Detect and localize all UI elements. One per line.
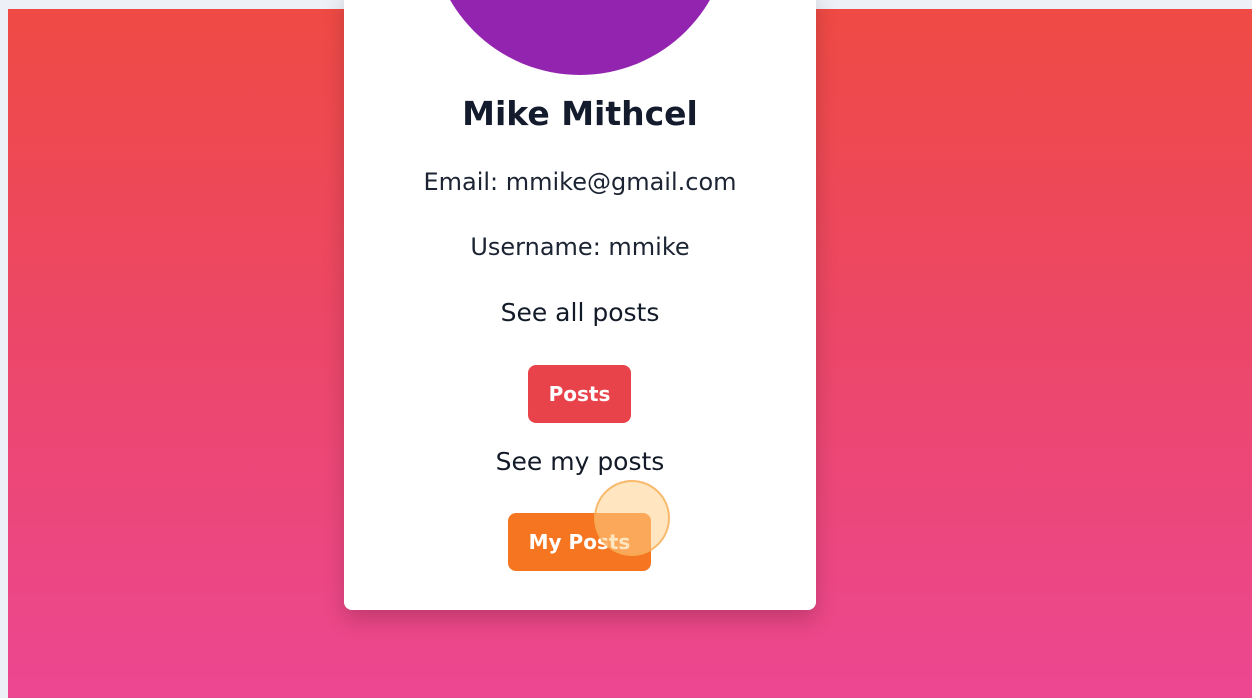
profile-card: Mike Mithcel Email: mmike@gmail.com User… — [344, 0, 816, 610]
profile-page-background: Mike Mithcel Email: mmike@gmail.com User… — [8, 0, 1252, 698]
posts-button[interactable]: Posts — [528, 365, 631, 423]
profile-username: Username: mmike — [470, 233, 690, 261]
see-my-posts-label: See my posts — [495, 447, 665, 476]
avatar — [430, 0, 730, 75]
profile-email: Email: mmike@gmail.com — [423, 168, 737, 196]
my-posts-button[interactable]: My Posts — [508, 513, 651, 571]
browser-left-strip — [0, 0, 8, 698]
see-all-posts-label: See all posts — [500, 298, 660, 327]
profile-name: Mike Mithcel — [462, 94, 698, 133]
